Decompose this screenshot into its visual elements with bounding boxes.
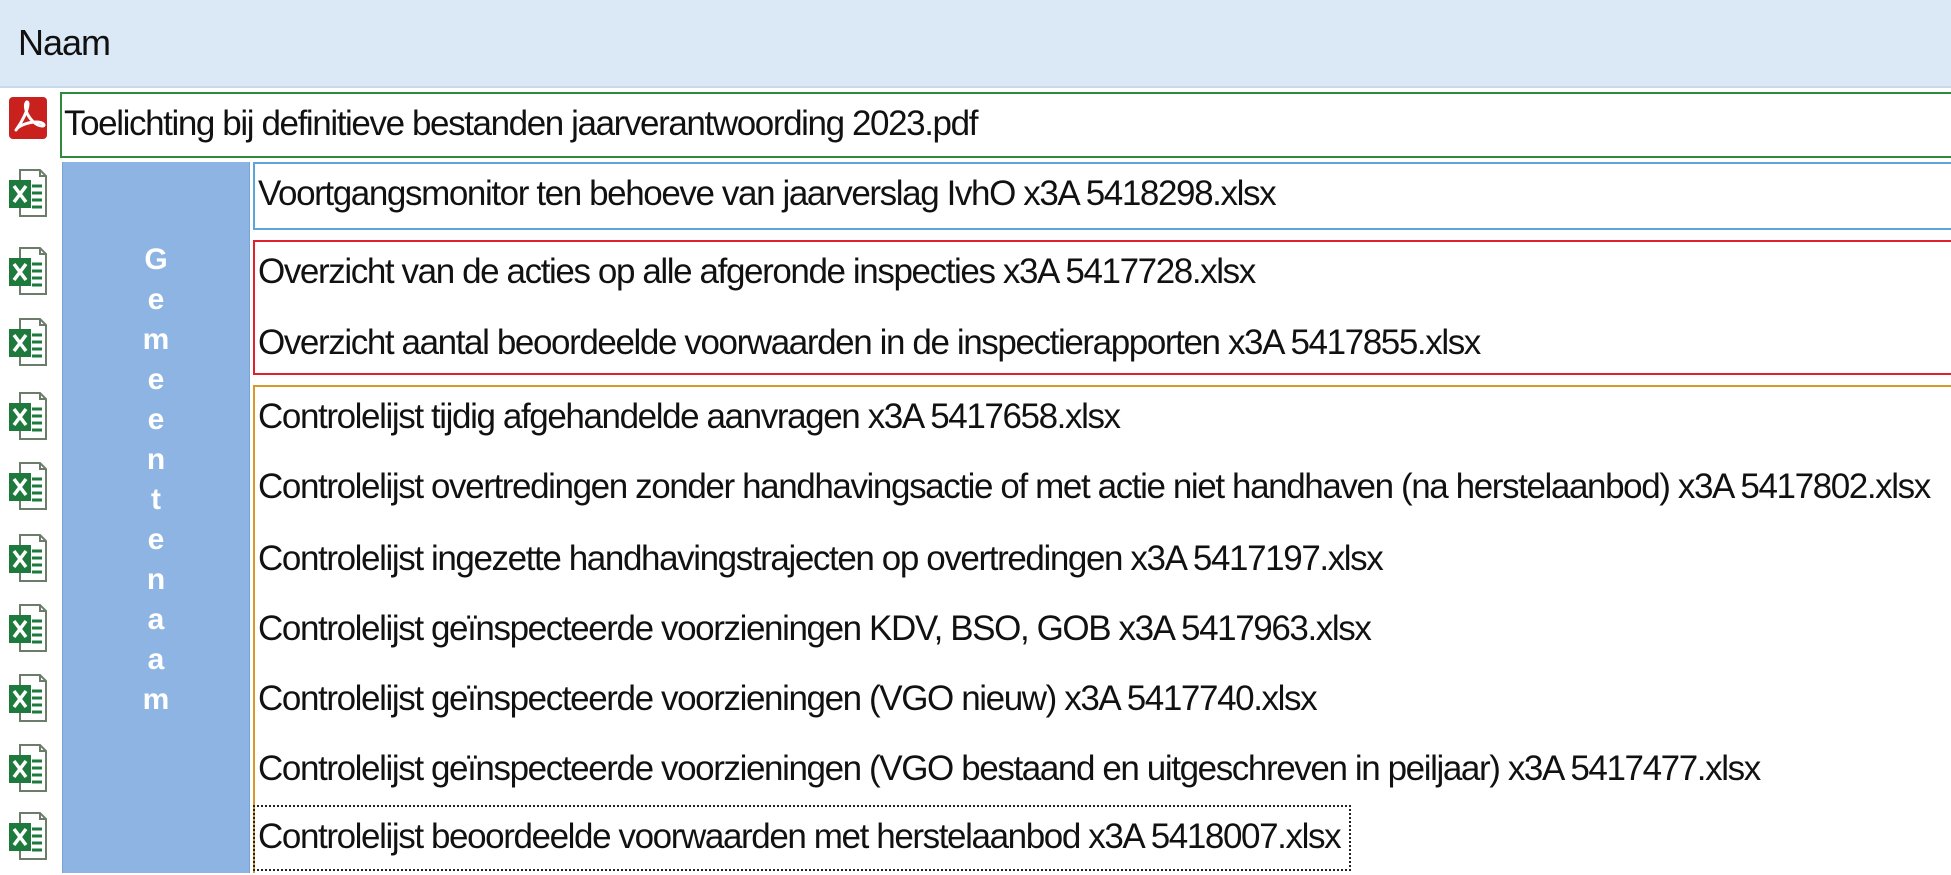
overlay-letter: e [147, 363, 165, 396]
municipality-name-overlay: Gemeentenaam [62, 162, 250, 873]
overlay-letter: e [147, 403, 165, 436]
overlay-letter: t [151, 483, 161, 516]
excel-icon [8, 461, 52, 517]
excel-icon [8, 168, 52, 224]
file-row[interactable]: Controlelijst geïnspecteerde voorziening… [0, 667, 1951, 737]
overlay-letter: a [147, 643, 165, 676]
column-header-name[interactable]: Naam [0, 0, 1951, 88]
file-name: Controlelijst geïnspecteerde voorziening… [258, 609, 1372, 648]
file-name: Controlelijst geïnspecteerde voorziening… [258, 679, 1318, 718]
overlay-letter: e [147, 283, 165, 316]
excel-icon [8, 673, 52, 729]
file-name: Overzicht aantal beoordeelde voorwaarden… [258, 323, 1481, 362]
file-row[interactable]: Controlelijst beoordeelde voorwaarden me… [0, 805, 1951, 875]
excel-icon [8, 743, 52, 799]
overlay-letter: a [147, 603, 165, 636]
file-row[interactable]: Controlelijst geïnspecteerde voorziening… [0, 597, 1951, 667]
overlay-letters: Gemeentenaam [63, 240, 249, 720]
file-name: Controlelijst tijdig afgehandelde aanvra… [258, 397, 1121, 436]
overlay-letter: m [142, 683, 170, 716]
excel-icon [8, 246, 52, 302]
file-row[interactable]: Overzicht aantal beoordeelde voorwaarden… [0, 311, 1951, 381]
column-header-label: Naam [18, 22, 111, 63]
overlay-letter: n [146, 563, 166, 596]
file-name: Toelichting bij definitieve bestanden ja… [64, 104, 978, 143]
excel-icon [8, 603, 52, 659]
file-name: Controlelijst overtredingen zonder handh… [258, 467, 1931, 506]
excel-icon [8, 391, 52, 447]
file-row[interactable]: Overzicht van de acties op alle afgerond… [0, 240, 1951, 310]
file-row[interactable]: Voortgangsmonitor ten behoeve van jaarve… [0, 162, 1951, 232]
excel-icon [8, 533, 52, 589]
file-row[interactable]: Controlelijst overtredingen zonder handh… [0, 455, 1951, 525]
excel-icon [8, 317, 52, 373]
file-name: Controlelijst geïnspecteerde voorziening… [258, 749, 1761, 788]
file-name: Voortgangsmonitor ten behoeve van jaarve… [258, 174, 1277, 213]
file-name: Overzicht van de acties op alle afgerond… [258, 252, 1256, 291]
overlay-letter: m [142, 323, 170, 356]
file-name: Controlelijst ingezette handhavingstraje… [258, 539, 1384, 578]
file-name: Controlelijst beoordeelde voorwaarden me… [258, 817, 1342, 856]
pdf-icon [8, 96, 52, 152]
excel-icon [8, 811, 52, 867]
overlay-letter: n [146, 443, 166, 476]
file-row[interactable]: Controlelijst ingezette handhavingstraje… [0, 527, 1951, 597]
file-row[interactable]: Controlelijst geïnspecteerde voorziening… [0, 737, 1951, 807]
file-row[interactable]: Toelichting bij definitieve bestanden ja… [0, 92, 1951, 162]
overlay-letter: G [144, 243, 168, 276]
overlay-letter: e [147, 523, 165, 556]
file-row[interactable]: Controlelijst tijdig afgehandelde aanvra… [0, 385, 1951, 455]
